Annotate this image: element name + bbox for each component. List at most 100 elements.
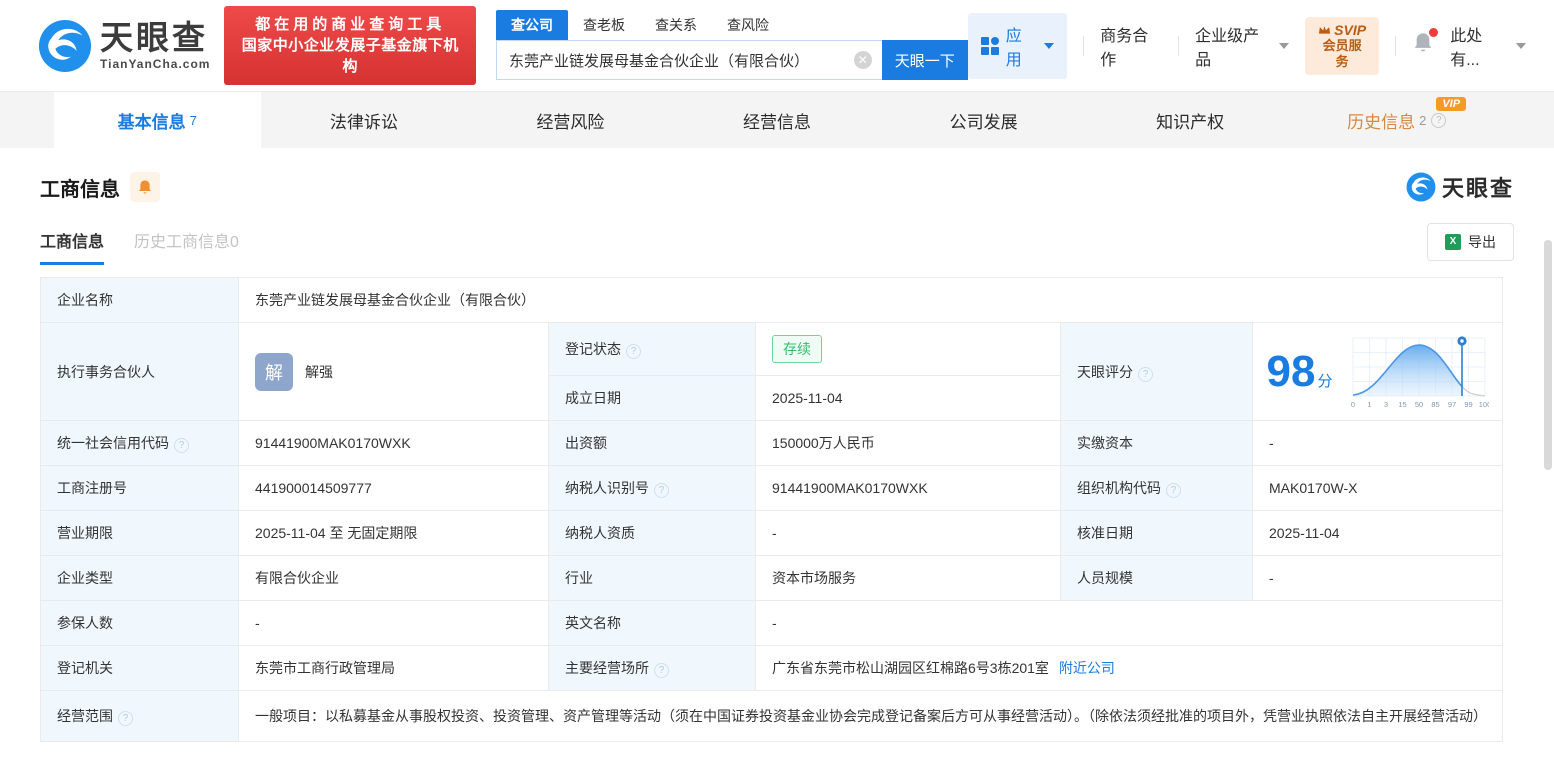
slogan-banner: 都在用的商业查询工具 国家中小企业发展子基金旗下机构 (224, 6, 477, 85)
slogan-line1: 都在用的商业查询工具 (255, 16, 446, 33)
field-label: 组织机构代码 (1060, 465, 1253, 511)
svg-text:100: 100 (1478, 400, 1488, 409)
logo-text: 天眼查 (100, 19, 208, 56)
insured-count-value: - (238, 600, 549, 646)
table-row: 经营范围 一般项目：以私募基金从事股权投资、投资管理、资产管理等活动（须在中国证… (40, 690, 1504, 742)
tianyancha-logo[interactable]: 天眼查 TianYanCha.com (38, 19, 210, 73)
search-tab-risk[interactable]: 查风险 (712, 10, 784, 40)
partner-name: 解强 (305, 363, 333, 380)
tab-history-info[interactable]: VIP 历史信息 2 (1293, 92, 1500, 148)
search-input[interactable] (496, 40, 882, 80)
field-label: 登记机关 (40, 645, 239, 691)
org-code-value: MAK0170W-X (1251, 465, 1504, 511)
scrollbar-thumb[interactable] (1544, 240, 1552, 470)
help-icon[interactable] (1138, 366, 1153, 382)
vip-badge: VIP (1436, 97, 1467, 111)
nearby-companies-link[interactable]: 附近公司 (1059, 660, 1115, 676)
clear-search-icon[interactable]: ✕ (853, 51, 872, 69)
tab-label: 历史信息 (1347, 112, 1416, 132)
header-right-menu: 应用 商务合作 企业级产品 SVIP 会员服务 此处有... (967, 12, 1526, 79)
score-distribution-chart: 0 1 3 15 50 85 97 99 100 (1350, 335, 1489, 409)
tab-label: 知识产权 (1156, 112, 1225, 132)
chevron-down-icon (1278, 42, 1289, 49)
taxpayer-id-value: 91441900MAK0170WXK (755, 465, 1061, 511)
tab-business-info[interactable]: 经营信息 (674, 92, 881, 148)
business-scope-value: 一般项目：以私募基金从事股权投资、投资管理、资产管理等活动（须在中国证券投资基金… (237, 690, 1504, 742)
field-label: 经营范围 (40, 690, 239, 742)
field-label: 登记状态 (548, 322, 756, 376)
tianyancha-swirl-icon (38, 19, 92, 72)
tab-label: 法律诉讼 (329, 112, 398, 132)
table-row: 营业期限 2025-11-04 至 无固定期限 纳税人资质 - 核准日期 202… (40, 510, 1504, 556)
field-label: 企业类型 (40, 555, 239, 601)
field-label: 出资额 (548, 420, 756, 466)
help-icon[interactable] (626, 344, 641, 359)
tab-label: 经营风险 (536, 112, 605, 132)
export-button[interactable]: X 导出 (1427, 223, 1514, 261)
tab-count: 7 (189, 112, 197, 128)
tab-legal-proceedings[interactable]: 法律诉讼 (261, 92, 468, 148)
subtab-business-info[interactable]: 工商信息 (40, 228, 105, 265)
user-account-menu[interactable]: 此处有... (1450, 22, 1526, 70)
svg-text:0: 0 (1350, 400, 1354, 409)
tab-operating-risk[interactable]: 经营风险 (467, 92, 674, 148)
help-icon[interactable] (1431, 112, 1447, 128)
svip-member-button[interactable]: SVIP 会员服务 (1304, 16, 1380, 75)
business-address-value: 广东省东莞市松山湖园区红棉路6号3栋201室 附近公司 (754, 645, 1504, 691)
help-icon[interactable] (118, 711, 133, 726)
top-header: 天眼查 TianYanCha.com 都在用的商业查询工具 国家中小企业发展子基… (0, 0, 1554, 91)
field-label: 营业期限 (40, 510, 239, 556)
table-row: 企业名称 东莞产业链发展母基金合伙企业（有限合伙） (40, 277, 1504, 323)
svg-text:85: 85 (1431, 400, 1439, 409)
chart-x-axis: 0 1 3 15 50 85 97 99 100 (1350, 400, 1488, 409)
export-label: 导出 (1468, 234, 1496, 250)
tianyan-score-cell[interactable]: 98 分 0 1 3 15 50 85 97 99 10 (1251, 322, 1504, 421)
search-tab-boss[interactable]: 查老板 (568, 10, 640, 40)
svg-text:99: 99 (1464, 400, 1472, 409)
subscribe-alert-button[interactable] (130, 172, 160, 202)
help-icon[interactable] (654, 483, 669, 498)
tianyancha-swirl-icon (1406, 172, 1436, 202)
divider (1178, 35, 1180, 56)
subtab-history-business-info[interactable]: 历史工商信息0 (134, 228, 239, 265)
partner-link[interactable]: 解 解强 (255, 352, 532, 391)
divider (1395, 35, 1397, 56)
english-name-value: - (754, 600, 1504, 646)
search-area: 查公司 查老板 查关系 查风险 ✕ 天眼一下 (496, 10, 968, 80)
field-label: 统一社会信用代码 (40, 420, 239, 466)
score-unit: 分 (1317, 372, 1333, 390)
reg-authority-value: 东莞市工商行政管理局 (238, 645, 549, 691)
divider (1083, 35, 1085, 56)
chevron-down-icon (1044, 42, 1055, 49)
tab-company-development[interactable]: 公司发展 (880, 92, 1087, 148)
biz-cooperation-link[interactable]: 商务合作 (1100, 22, 1162, 70)
svg-text:97: 97 (1447, 400, 1455, 409)
reg-number-value: 441900014509777 (238, 465, 549, 511)
notifications-button[interactable] (1412, 28, 1439, 60)
tab-basic-info[interactable]: 基本信息 7 (54, 92, 261, 148)
search-tab-relation[interactable]: 查关系 (640, 10, 712, 40)
business-term-value: 2025-11-04 至 无固定期限 (238, 510, 549, 556)
help-icon[interactable] (174, 438, 189, 453)
table-row: 工商注册号 441900014509777 纳税人识别号 91441900MAK… (40, 465, 1504, 511)
executive-partner-cell: 解 解强 (238, 322, 549, 421)
svip-label: SVIP (1334, 21, 1367, 38)
help-icon[interactable] (654, 663, 669, 678)
field-label: 工商注册号 (40, 465, 239, 511)
tab-label: 公司发展 (949, 112, 1018, 132)
table-row: 统一社会信用代码 91441900MAK0170WXK 出资额 150000万人… (40, 420, 1504, 466)
svg-text:3: 3 (1383, 400, 1387, 409)
search-button[interactable]: 天眼一下 (881, 40, 968, 80)
enterprise-products-label: 企业级产品 (1195, 27, 1260, 69)
field-label: 执行事务合伙人 (40, 322, 239, 421)
tab-intellectual-property[interactable]: 知识产权 (1087, 92, 1294, 148)
svip-service-label: 会员服务 (1322, 37, 1362, 69)
staff-size-value: - (1251, 555, 1504, 601)
excel-icon: X (1445, 234, 1461, 250)
search-tab-company[interactable]: 查公司 (496, 10, 569, 40)
apps-menu-button[interactable]: 应用 (967, 12, 1068, 79)
address-text: 广东省东莞市松山湖园区红棉路6号3栋201室 (772, 660, 1049, 676)
svg-text:50: 50 (1414, 400, 1422, 409)
enterprise-products-link[interactable]: 企业级产品 (1195, 22, 1289, 70)
help-icon[interactable] (1166, 483, 1181, 498)
